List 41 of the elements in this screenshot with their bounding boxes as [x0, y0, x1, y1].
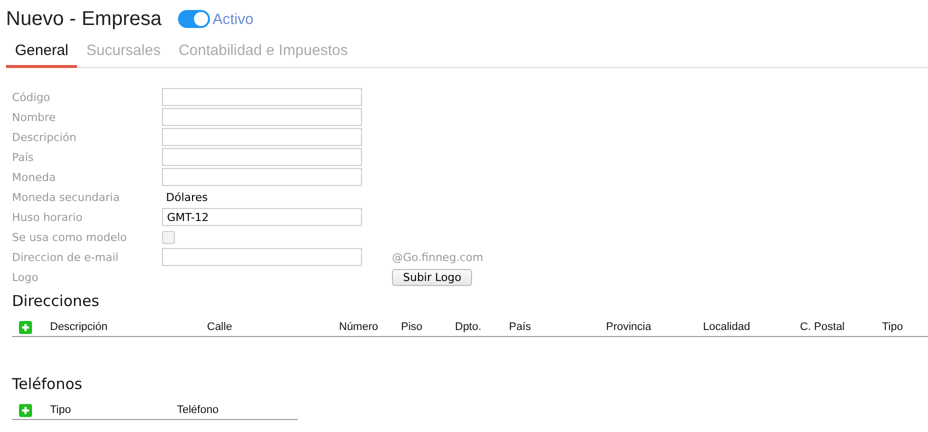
input-field[interactable]	[162, 88, 362, 106]
column-header[interactable]: Número	[339, 321, 401, 333]
field-label: Logo	[12, 270, 40, 284]
field-label: Código	[12, 90, 52, 104]
column-header[interactable]: Provincia	[606, 321, 703, 333]
section-title: Direcciones	[12, 292, 100, 310]
column-header[interactable]: Tipo	[882, 321, 928, 333]
field-label: Moneda	[12, 170, 57, 184]
field-label: Se usa como modelo	[12, 230, 128, 244]
field-label: Direccion de e-mail	[12, 250, 120, 264]
email-domain: @Go.finneg.com	[392, 250, 484, 264]
toggle-label: Activo	[212, 10, 254, 28]
column-header[interactable]: País	[509, 321, 606, 333]
upload-button[interactable]: Subir Logo	[392, 268, 472, 286]
column-header[interactable]: Tipo	[50, 404, 177, 416]
column-header[interactable]: Localidad	[703, 321, 800, 333]
input-field[interactable]	[162, 148, 362, 166]
section-title: Teléfonos	[12, 375, 84, 393]
field-label: Nombre	[12, 110, 57, 124]
input-field[interactable]	[162, 108, 362, 126]
column-header[interactable]: Calle	[207, 321, 339, 333]
column-header[interactable]: Piso	[401, 321, 455, 333]
input-field[interactable]	[162, 248, 362, 266]
input-field[interactable]: GMT-12	[162, 208, 362, 226]
add-icon[interactable]	[19, 404, 32, 416]
input-field[interactable]	[162, 128, 362, 146]
field-label: Moneda secundaria	[12, 190, 121, 204]
column-header[interactable]: Descripción	[50, 321, 207, 333]
active-toggle[interactable]	[178, 10, 210, 28]
field-label: Descripción	[12, 130, 78, 144]
column-header[interactable]: C. Postal	[800, 321, 882, 333]
checkbox[interactable]	[162, 230, 175, 244]
add-icon[interactable]	[19, 320, 32, 334]
field-label: País	[12, 150, 35, 164]
page-title: Nuevo - Empresa	[6, 8, 162, 30]
column-header[interactable]: Teléfono	[177, 404, 298, 416]
tab[interactable]: General	[6, 40, 78, 68]
field-value: Dólares	[165, 190, 209, 204]
input-field[interactable]	[162, 168, 362, 186]
field-label: Huso horario	[12, 210, 84, 224]
column-header[interactable]: Dpto.	[455, 321, 509, 333]
